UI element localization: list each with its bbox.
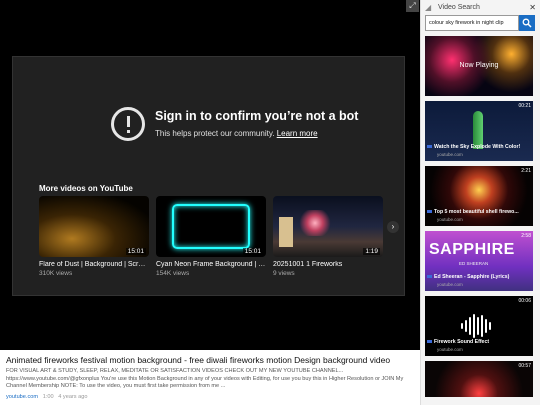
video-card[interactable]: 1:19 20251001 1 Fireworks 9 views	[273, 196, 383, 277]
video-search-panel: ◢ Video Search ✕ Now Playing 00:21 Watch…	[420, 0, 540, 405]
search-input[interactable]	[425, 15, 519, 31]
search-icon	[522, 18, 532, 28]
result-item[interactable]: 2:21 Top 5 most beautiful shell firewo..…	[425, 166, 533, 226]
video-views: 154K views	[156, 270, 190, 277]
description-title: Animated fireworks festival motion backg…	[6, 355, 391, 365]
app-root: Sign in to confirm you’re not a bot This…	[0, 0, 540, 405]
result-title: Top 5 most beautiful shell firewo...	[427, 209, 519, 215]
result-title: Ed Sheeran - Sapphire (Lyrics)	[427, 274, 509, 280]
panel-header: ◢ Video Search ✕	[421, 0, 540, 14]
description-body: FOR VISUAL ART & STUDY, SLEEP, RELAX, ME…	[6, 368, 404, 389]
alert-icon	[111, 107, 145, 141]
video-duration: 1:19	[363, 248, 380, 255]
video-card[interactable]: 15:01 Flare of Dust | Background | Scree…	[39, 196, 149, 277]
close-icon[interactable]: ✕	[529, 3, 536, 12]
search-button[interactable]	[519, 15, 535, 31]
soundwave-icon	[461, 314, 491, 338]
now-playing-item[interactable]: Now Playing	[425, 36, 533, 96]
search-bar	[425, 15, 537, 31]
thumb-subtext: ED SHEERAN	[459, 261, 489, 266]
more-videos-list: 15:01 Flare of Dust | Background | Scree…	[39, 196, 383, 277]
video-title[interactable]: Flare of Dust | Background | Scree...	[39, 261, 149, 268]
video-thumbnail[interactable]: 15:01	[156, 196, 266, 257]
result-source: youtube.com	[437, 282, 463, 287]
learn-more-link[interactable]: Learn more	[277, 129, 318, 138]
more-videos-label: More videos on YouTube	[39, 184, 133, 193]
signin-heading: Sign in to confirm you’re not a bot	[155, 109, 359, 123]
result-source: youtube.com	[437, 217, 463, 222]
result-title: Watch the Sky Explode With Color!	[427, 144, 520, 150]
result-title: Firework Sound Effect	[427, 339, 489, 345]
now-playing-label: Now Playing	[459, 62, 499, 69]
signin-subtext: This helps protect our community. Learn …	[155, 129, 358, 138]
resize-icon[interactable]: ⤢	[406, 0, 419, 12]
result-item[interactable]: 00:57	[425, 361, 533, 397]
youtube-embed: Sign in to confirm you’re not a bot This…	[12, 56, 405, 296]
video-title[interactable]: 20251001 1 Fireworks	[273, 261, 383, 268]
description-duration: 1:00	[42, 393, 54, 400]
description-age: 4 years ago	[58, 393, 88, 400]
video-duration: 15:01	[242, 248, 263, 255]
video-card[interactable]: 15:01 Cyan Neon Frame Background | M... …	[156, 196, 266, 277]
result-item[interactable]: 00:21 Watch the Sky Explode With Color! …	[425, 101, 533, 161]
description-meta: youtube.com 1:00 4 years ago	[6, 394, 416, 400]
panel-title: Video Search	[438, 3, 480, 11]
result-duration: 00:06	[518, 298, 531, 304]
thumb-text: SAPPHIRE	[429, 241, 515, 258]
video-player[interactable]: Sign in to confirm you’re not a bot This…	[0, 0, 420, 350]
search-results: Now Playing 00:21 Watch the Sky Explode …	[425, 36, 533, 402]
result-duration: 2:58	[521, 233, 531, 239]
result-duration: 00:21	[518, 103, 531, 109]
result-duration: 2:21	[521, 168, 531, 174]
result-duration: 00:57	[518, 363, 531, 369]
signin-sub-prefix: This helps protect our community.	[155, 129, 275, 138]
video-description: Animated fireworks festival motion backg…	[6, 355, 416, 400]
video-thumbnail[interactable]: 15:01	[39, 196, 149, 257]
video-duration: 15:01	[125, 248, 146, 255]
megaphone-icon: ◢	[425, 2, 432, 12]
video-views: 9 views	[273, 270, 295, 277]
result-item[interactable]: SAPPHIRE ED SHEERAN 2:58 Ed Sheeran - Sa…	[425, 231, 533, 291]
video-title[interactable]: Cyan Neon Frame Background | M...	[156, 261, 266, 268]
next-videos-button[interactable]: ›	[387, 221, 399, 233]
result-source: youtube.com	[437, 347, 463, 352]
video-views: 310K views	[39, 270, 73, 277]
result-item[interactable]: 00:06 Firework Sound Effect youtube.com	[425, 296, 533, 356]
signin-message: Sign in to confirm you’re not a bot This…	[111, 107, 358, 141]
description-source[interactable]: youtube.com	[6, 394, 38, 400]
video-thumbnail[interactable]: 1:19	[273, 196, 383, 257]
result-source: youtube.com	[437, 152, 463, 157]
